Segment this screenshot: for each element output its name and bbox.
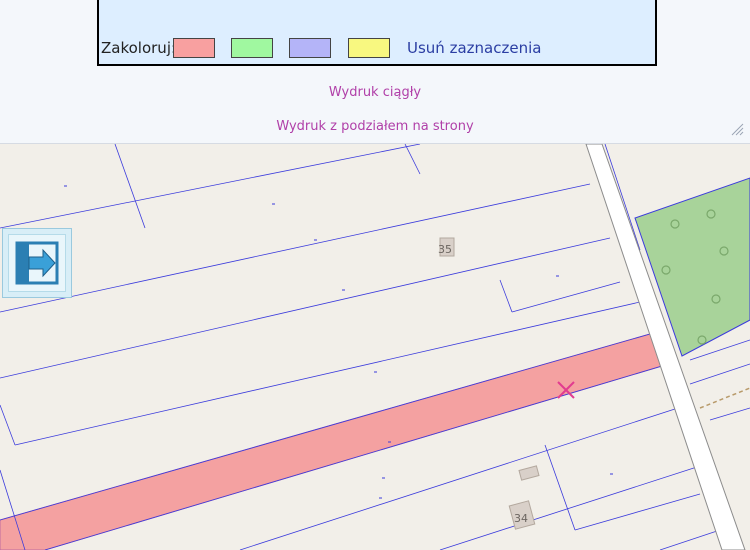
swatch-yellow[interactable] bbox=[348, 38, 390, 58]
paged-print-link[interactable]: Wydruk z podziałem na strony bbox=[0, 119, 750, 134]
color-label: Zakoloruj: bbox=[101, 39, 177, 57]
building-number-34: 34 bbox=[514, 512, 528, 525]
swatch-blue[interactable] bbox=[289, 38, 331, 58]
swatch-green[interactable] bbox=[231, 38, 273, 58]
resize-grip-icon[interactable] bbox=[730, 122, 744, 136]
cadastral-map[interactable]: 35 34 bbox=[0, 144, 750, 550]
continuous-print-link[interactable]: Wydruk ciągły bbox=[0, 85, 750, 100]
arrow-right-icon bbox=[15, 241, 59, 285]
color-selection-box: Zakoloruj: Usuń zaznaczenia bbox=[97, 0, 657, 66]
print-options-panel: Zakoloruj: Usuń zaznaczenia Wydruk ciągł… bbox=[0, 0, 750, 144]
building-number-35: 35 bbox=[438, 243, 452, 256]
swatch-red[interactable] bbox=[173, 38, 215, 58]
collapse-panel-button[interactable] bbox=[2, 228, 72, 298]
collapse-button-frame bbox=[8, 234, 66, 292]
clear-selection-link[interactable]: Usuń zaznaczenia bbox=[407, 39, 541, 57]
